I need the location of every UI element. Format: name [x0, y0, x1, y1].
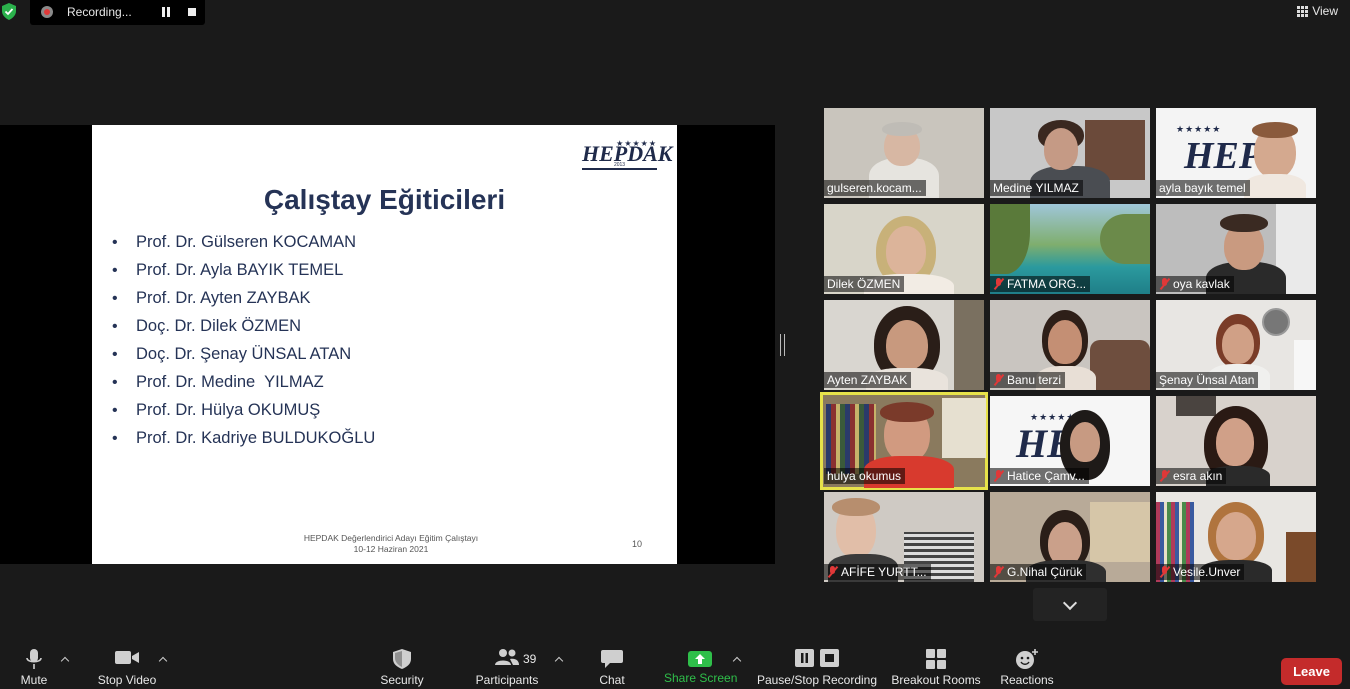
pause-stop-recording-label: Pause/Stop Recording	[756, 673, 878, 687]
participants-options-chevron-icon[interactable]	[554, 656, 564, 666]
participant-tile[interactable]: Şenay Ünsal Atan	[1156, 300, 1316, 390]
muted-mic-icon	[993, 278, 1004, 290]
participant-name: Şenay Ünsal Atan	[1156, 372, 1259, 388]
participants-icon	[495, 649, 519, 665]
participant-name: Hatice Çamv...	[990, 468, 1089, 484]
participant-name: Ayten ZAYBAK	[824, 372, 912, 388]
list-item: Doç. Dr. Dilek ÖZMEN	[112, 312, 375, 340]
share-screen-icon	[688, 651, 712, 667]
participant-tile[interactable]: oya kavlak	[1156, 204, 1316, 294]
presentation-slide: ★★★★★ HEPDAK 2013 Çalıştay Eğiticileri P…	[92, 125, 677, 564]
list-item: Prof. Dr. Kadriye BULDUKOĞLU	[112, 424, 375, 452]
participant-name: hulya okumus	[824, 468, 906, 484]
share-screen-label: Share Screen	[664, 671, 738, 685]
muted-mic-icon	[993, 470, 1004, 482]
reactions-label: Reactions	[1000, 673, 1054, 687]
participant-tile[interactable]: gulseren.kocam...	[824, 108, 984, 198]
participants-label: Participants	[475, 673, 539, 687]
muted-mic-icon	[1159, 278, 1170, 290]
participant-tile[interactable]: Vesile.Unver	[1156, 492, 1316, 582]
list-item: Prof. Dr. Medine YILMAZ	[112, 368, 375, 396]
list-item: Prof. Dr. Ayla BAYIK TEMEL	[112, 256, 375, 284]
microphone-icon	[26, 649, 42, 669]
chat-button[interactable]: Chat	[594, 648, 630, 687]
recording-label: Recording...	[67, 5, 132, 19]
participant-name: AFİFE YURTT...	[824, 564, 931, 580]
slide-title: Çalıştay Eğiticileri	[263, 184, 506, 215]
encryption-shield-icon[interactable]	[2, 3, 16, 20]
participant-tile[interactable]: FATMA ORG...	[990, 204, 1150, 294]
stop-video-button[interactable]: Stop Video	[94, 648, 160, 687]
mute-label: Mute	[20, 673, 48, 687]
resize-handle[interactable]	[780, 334, 785, 356]
slide-footer: HEPDAK Değerlendirici Adayı Eğitim Çalış…	[92, 533, 690, 555]
gallery-next-page-button[interactable]	[1033, 588, 1107, 621]
participant-tile[interactable]: Medine YILMAZ	[990, 108, 1150, 198]
participant-tile[interactable]: Banu terzi	[990, 300, 1150, 390]
participant-tile[interactable]: ★★★★★ HEP ayla bayık temel	[1156, 108, 1316, 198]
security-button[interactable]: Security	[376, 648, 428, 687]
audio-options-chevron-icon[interactable]	[60, 656, 70, 666]
participant-name: ayla bayık temel	[1156, 180, 1250, 196]
security-shield-icon	[393, 649, 411, 669]
participant-tile[interactable]: Dilek ÖZMEN	[824, 204, 984, 294]
share-screen-button[interactable]: Share Screen	[664, 648, 738, 685]
chat-label: Chat	[599, 673, 625, 687]
breakout-rooms-label: Breakout Rooms	[891, 673, 981, 687]
participants-count: 39	[523, 652, 537, 666]
participant-name: Banu terzi	[990, 372, 1066, 388]
video-camera-icon	[115, 651, 139, 664]
participant-name: oya kavlak	[1156, 276, 1234, 292]
participant-tile[interactable]: G.Nihal Çürük	[990, 492, 1150, 582]
reactions-emoji-icon	[1016, 649, 1038, 669]
pause-recording-icon[interactable]	[161, 7, 171, 17]
muted-mic-icon	[993, 374, 1004, 386]
list-item: Prof. Dr. Gülseren KOCAMAN	[112, 228, 375, 256]
participant-tile[interactable]: esra akın	[1156, 396, 1316, 486]
list-item: Doç. Dr. Şenay ÜNSAL ATAN	[112, 340, 375, 368]
footer-line-2: 10-12 Haziran 2021	[353, 544, 429, 554]
pause-stop-icon	[795, 649, 839, 667]
trainer-list: Prof. Dr. Gülseren KOCAMAN Prof. Dr. Ayl…	[112, 228, 375, 452]
video-options-chevron-icon[interactable]	[158, 656, 168, 666]
participant-name: esra akın	[1156, 468, 1227, 484]
participants-button[interactable]: 39 Participants	[472, 648, 542, 687]
participant-name: gulseren.kocam...	[824, 180, 926, 196]
recording-indicator: Recording...	[30, 0, 205, 25]
slide-number: 10	[632, 539, 643, 549]
participant-name: Medine YILMAZ	[990, 180, 1083, 196]
active-speaker-tile[interactable]: hulya okumus	[820, 392, 988, 490]
view-button[interactable]: View	[1297, 4, 1338, 18]
participant-name: G.Nihal Çürük	[990, 564, 1087, 580]
reactions-button[interactable]: Reactions	[998, 648, 1056, 687]
mute-button[interactable]: Mute	[16, 648, 52, 687]
participant-tile[interactable]: ★★★★★ HEP Hatice Çamv...	[990, 396, 1150, 486]
participant-name: Dilek ÖZMEN	[824, 276, 905, 292]
leave-button[interactable]: Leave	[1281, 658, 1342, 685]
participant-tile[interactable]: AFİFE YURTT...	[824, 492, 984, 582]
muted-mic-icon	[1159, 470, 1170, 482]
participant-name: Vesile.Unver	[1156, 564, 1245, 580]
hepdak-logo: ★★★★★ HEPDAK 2013	[582, 139, 672, 179]
breakout-rooms-button[interactable]: Breakout Rooms	[890, 648, 982, 687]
recording-dot-icon	[41, 6, 53, 18]
participant-name: FATMA ORG...	[990, 276, 1091, 292]
footer-line-1: HEPDAK Değerlendirici Adayı Eğitim Çalış…	[303, 533, 479, 543]
pause-stop-recording-button[interactable]: Pause/Stop Recording	[756, 648, 878, 687]
grid-view-icon	[1297, 5, 1309, 17]
stop-recording-icon[interactable]	[188, 8, 196, 16]
list-item: Prof. Dr. Ayten ZAYBAK	[112, 284, 375, 312]
breakout-rooms-icon	[926, 649, 946, 669]
list-item: Prof. Dr. Hülya OKUMUŞ	[112, 396, 375, 424]
stop-video-label: Stop Video	[97, 673, 157, 687]
participant-tile[interactable]: Ayten ZAYBAK	[824, 300, 984, 390]
chat-bubble-icon	[601, 650, 623, 668]
muted-mic-icon	[827, 566, 838, 578]
shared-screen: ★★★★★ HEPDAK 2013 Çalıştay Eğiticileri P…	[0, 125, 775, 564]
security-label: Security	[380, 673, 424, 687]
muted-mic-icon	[993, 566, 1004, 578]
muted-mic-icon	[1159, 566, 1170, 578]
view-label: View	[1312, 4, 1338, 18]
